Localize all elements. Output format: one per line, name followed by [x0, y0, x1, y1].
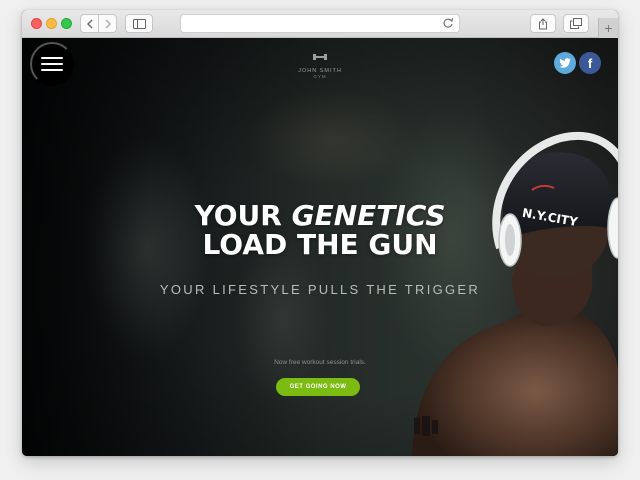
close-window-button[interactable] — [31, 18, 42, 29]
promo-text: Now free workout session trials. — [274, 359, 366, 366]
get-going-now-button[interactable]: GET GOING NOW — [276, 378, 360, 396]
new-tab-button[interactable]: + — [598, 18, 618, 38]
menu-line — [41, 69, 63, 71]
hero-subtitle: YOUR LIFESTYLE PULLS THE TRIGGER — [159, 282, 481, 297]
sidebar-icon — [132, 18, 146, 29]
facebook-button[interactable]: f — [579, 52, 601, 74]
maximize-window-button[interactable] — [61, 18, 72, 29]
twitter-bird-icon — [559, 58, 571, 68]
logo-subtitle: GYM — [313, 74, 327, 79]
plus-icon: + — [604, 20, 613, 36]
page-hero: N.Y.CITY JOHN SMITH GYM f YOUR GENETICS … — [22, 38, 618, 456]
chevron-right-icon — [105, 19, 111, 28]
back-button[interactable] — [80, 14, 99, 33]
hero-title-line2: LOAD THE GUN — [202, 228, 438, 261]
menu-line — [41, 57, 63, 59]
tabs-icon — [570, 18, 582, 29]
minimize-window-button[interactable] — [46, 18, 57, 29]
twitter-button[interactable] — [554, 52, 576, 74]
share-button[interactable] — [530, 14, 556, 33]
chevron-left-icon — [86, 19, 92, 28]
reload-icon[interactable] — [442, 17, 454, 29]
hero-title-line1: YOUR GENETICS — [22, 202, 618, 230]
address-bar[interactable] — [180, 14, 460, 33]
hamburger-menu-button[interactable] — [30, 42, 74, 86]
forward-button[interactable] — [98, 14, 117, 33]
browser-toolbar: + — [22, 10, 618, 38]
browser-window: + N.Y.CITY JOHN SMITH GYM f YOUR GENETIC… — [22, 10, 618, 456]
show-tabs-button[interactable] — [563, 14, 589, 33]
share-icon — [539, 17, 547, 29]
dumbbell-icon — [313, 54, 327, 60]
sidebar-toggle-button[interactable] — [125, 14, 153, 33]
facebook-icon: f — [587, 55, 593, 71]
menu-line — [41, 63, 63, 65]
site-logo[interactable]: JOHN SMITH GYM — [290, 48, 350, 79]
